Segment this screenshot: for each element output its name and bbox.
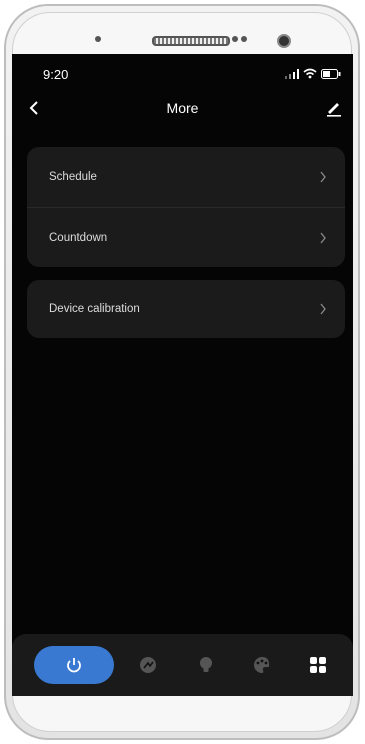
- palette-icon: [254, 657, 270, 673]
- more-grid-icon: [310, 657, 326, 673]
- bulb-icon: [200, 657, 212, 672]
- earpiece-speaker: [152, 36, 230, 46]
- nav-palette-button[interactable]: [248, 651, 276, 679]
- status-bar: 9:20: [12, 54, 353, 94]
- wifi-icon: [303, 68, 317, 79]
- cellular-signal-icon: [285, 68, 299, 79]
- chevron-right-icon: [320, 232, 326, 244]
- sensor-dot: [241, 36, 247, 42]
- status-time: 9:20: [43, 67, 69, 82]
- menu-item-countdown[interactable]: Countdown: [27, 207, 345, 267]
- nav-scene-button[interactable]: [134, 651, 162, 679]
- scene-icon: [140, 657, 156, 673]
- page-title: More: [166, 100, 199, 116]
- proximity-sensor: [95, 36, 101, 42]
- top-header: More: [12, 94, 353, 122]
- sensor-dot: [232, 36, 238, 42]
- edit-pencil-icon[interactable]: [325, 99, 343, 117]
- menu-item-schedule[interactable]: Schedule: [27, 147, 345, 207]
- nav-more-button[interactable]: [304, 651, 332, 679]
- menu-card-primary: Schedule Countdown: [27, 147, 345, 267]
- menu-item-label: Device calibration: [49, 303, 140, 315]
- nav-bulb-button[interactable]: [192, 651, 220, 679]
- front-camera: [277, 34, 291, 48]
- nav-power-button[interactable]: [34, 646, 114, 684]
- menu-item-label: Schedule: [49, 171, 97, 183]
- app-screen: 9:20 More Schedule Countdown Device cali…: [12, 54, 353, 696]
- chevron-right-icon: [320, 171, 326, 183]
- bottom-navigation: [12, 634, 353, 696]
- battery-icon: [321, 68, 341, 79]
- status-icons: [285, 68, 341, 79]
- chevron-right-icon: [320, 303, 326, 315]
- menu-item-device-calibration[interactable]: Device calibration: [27, 280, 345, 338]
- menu-item-label: Countdown: [49, 231, 108, 244]
- power-icon: [67, 658, 81, 673]
- menu-card-calibration: Device calibration: [27, 280, 345, 338]
